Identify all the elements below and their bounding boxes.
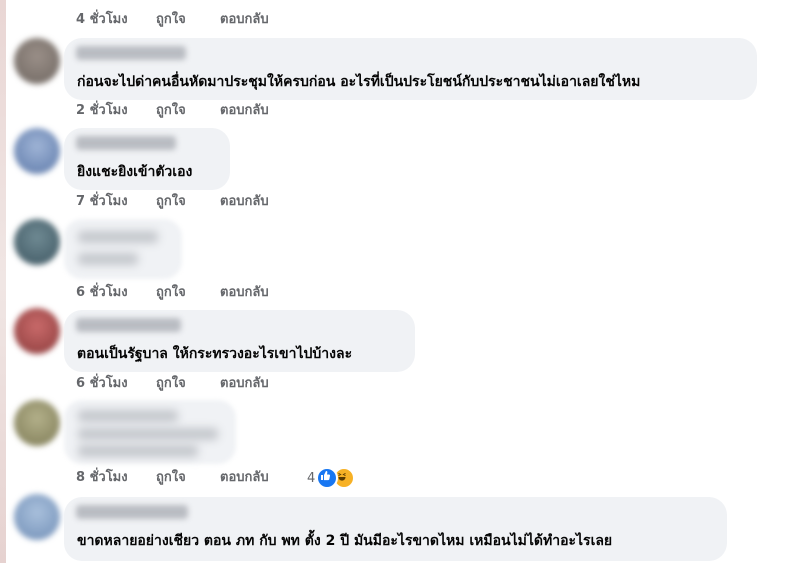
comment-bubble: ตอนเป็นรัฐบาล ให้กระทรวงอะไรเขาไปบ้างละ xyxy=(64,310,415,372)
comment-text: ขาดหลายอย่างเชียว ตอน ภท กับ พท ตั้ง 2 ป… xyxy=(77,533,613,549)
commenter-name-blurred[interactable] xyxy=(76,46,186,60)
comment-time[interactable]: 2 ชั่วโมง xyxy=(76,102,156,120)
avatar[interactable] xyxy=(14,219,60,265)
reply-link[interactable]: ตอบกลับ xyxy=(220,469,304,487)
reply-link[interactable]: ตอบกลับ xyxy=(220,375,304,393)
avatar[interactable] xyxy=(14,400,60,446)
comment-bubble-blurred xyxy=(64,400,236,464)
left-edge-strip xyxy=(0,0,6,563)
blurred-name xyxy=(78,410,178,422)
comment-meta: 6 ชั่วโมง ถูกใจ ตอบกลับ xyxy=(76,375,304,393)
like-link[interactable]: ถูกใจ xyxy=(156,11,220,29)
reply-link[interactable]: ตอบกลับ xyxy=(220,102,304,120)
comment-meta: 8 ชั่วโมง ถูกใจ ตอบกลับ xyxy=(76,469,304,487)
comment-text: ยิงแชะยิงเข้าตัวเอง xyxy=(77,164,193,180)
like-link[interactable]: ถูกใจ xyxy=(156,375,220,393)
comment-text: ก่อนจะไปด่าคนอื่นหัดมาประชุมให้ครบก่อน อ… xyxy=(77,74,641,90)
avatar[interactable] xyxy=(14,128,60,174)
comment-time[interactable]: 6 ชั่วโมง xyxy=(76,375,156,393)
comment-time[interactable]: 6 ชั่วโมง xyxy=(76,284,156,302)
comment-time[interactable]: 7 ชั่วโมง xyxy=(76,193,156,211)
like-link[interactable]: ถูกใจ xyxy=(156,193,220,211)
comment-time[interactable]: 4 ชั่วโมง xyxy=(76,11,156,29)
blurred-name xyxy=(78,231,158,243)
comment-bubble-blurred xyxy=(64,219,182,279)
avatar[interactable] xyxy=(14,308,60,354)
comment-time[interactable]: 8 ชั่วโมง xyxy=(76,469,156,487)
like-link[interactable]: ถูกใจ xyxy=(156,469,220,487)
avatar[interactable] xyxy=(14,494,60,540)
avatar[interactable] xyxy=(14,38,60,84)
reply-link[interactable]: ตอบกลับ xyxy=(220,193,304,211)
comment-bubble: ยิงแชะยิงเข้าตัวเอง xyxy=(64,128,230,190)
commenter-name-blurred[interactable] xyxy=(76,136,176,150)
blurred-text xyxy=(78,428,218,440)
like-link[interactable]: ถูกใจ xyxy=(156,284,220,302)
blurred-text xyxy=(78,253,138,265)
commenter-name-blurred[interactable] xyxy=(76,318,181,332)
comment-bubble: ก่อนจะไปด่าคนอื่นหัดมาประชุมให้ครบก่อน อ… xyxy=(64,38,757,100)
comment-meta: 7 ชั่วโมง ถูกใจ ตอบกลับ xyxy=(76,193,304,211)
comment-text: ตอนเป็นรัฐบาล ให้กระทรวงอะไรเขาไปบ้างละ xyxy=(77,346,353,362)
like-link[interactable]: ถูกใจ xyxy=(156,102,220,120)
comment-meta: 2 ชั่วโมง ถูกใจ ตอบกลับ xyxy=(76,102,304,120)
comment-bubble: ขาดหลายอย่างเชียว ตอน ภท กับ พท ตั้ง 2 ป… xyxy=(64,497,727,561)
reaction-summary[interactable]: 4 xyxy=(307,467,356,489)
comment-meta: 4 ชั่วโมง ถูกใจ ตอบกลับ xyxy=(76,11,304,29)
comment-meta: 6 ชั่วโมง ถูกใจ ตอบกลับ xyxy=(76,284,304,302)
commenter-name-blurred[interactable] xyxy=(76,505,188,519)
like-icon xyxy=(316,467,339,489)
reply-link[interactable]: ตอบกลับ xyxy=(220,284,304,302)
blurred-text xyxy=(78,445,198,457)
reply-link[interactable]: ตอบกลับ xyxy=(220,11,304,29)
reaction-count: 4 xyxy=(307,470,316,486)
